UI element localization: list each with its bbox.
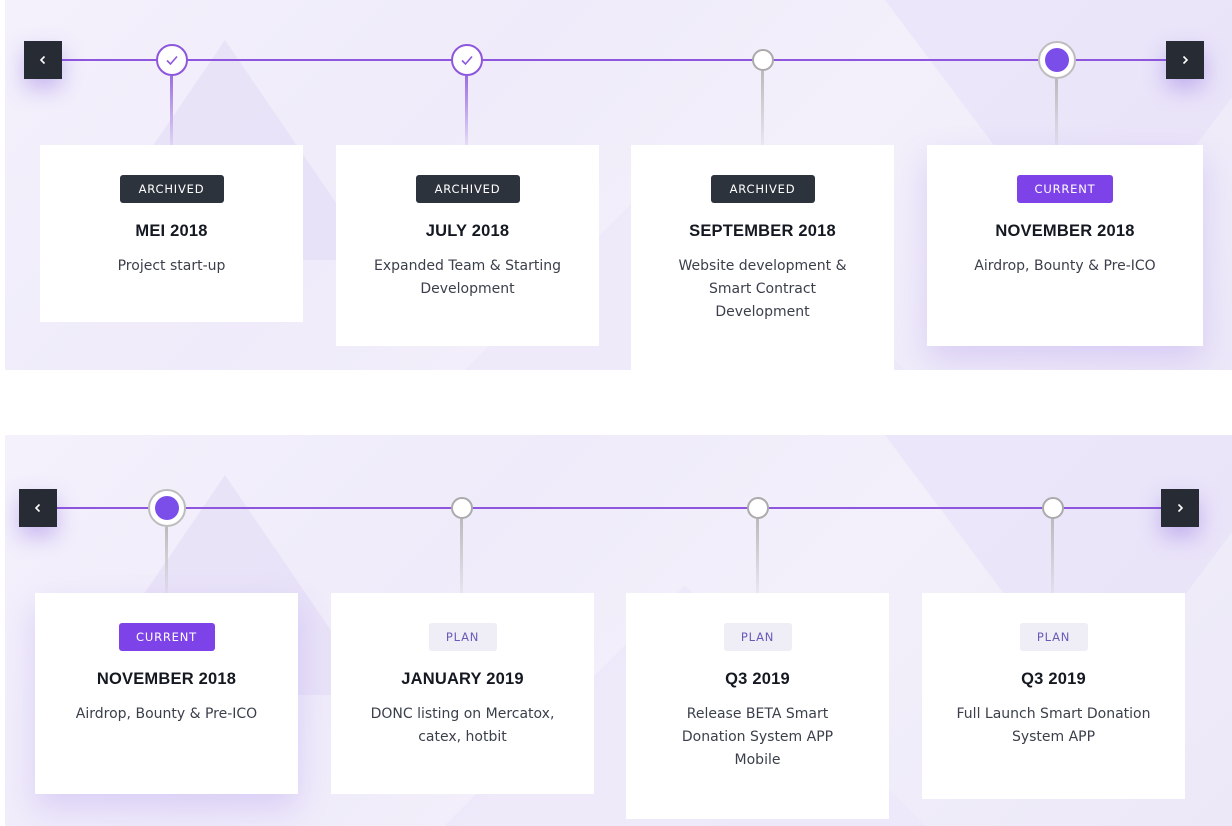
milestone-description: Website development & Smart Contract Dev…: [678, 258, 847, 320]
timeline-connector: [460, 519, 463, 593]
milestone-date: SEPTEMBER 2018: [689, 222, 836, 240]
prev-button[interactable]: [24, 41, 62, 79]
timeline-track: [57, 507, 1167, 509]
timeline-node-current[interactable]: [1038, 41, 1076, 79]
status-badge: CURRENT: [1017, 175, 1113, 203]
milestone-description: Project start-up: [117, 258, 226, 274]
timeline-connector: [165, 527, 168, 593]
milestone-date: NOVEMBER 2018: [96, 670, 237, 688]
status-badge: ARCHIVED: [119, 175, 224, 203]
timeline-node-completed[interactable]: [451, 44, 483, 76]
milestone-description: DONC listing on Mercatox, catex, hotbit: [370, 706, 555, 745]
checkmark-icon: [166, 55, 178, 66]
milestone-description: Airdrop, Bounty & Pre-ICO: [75, 706, 258, 722]
status-badge: ARCHIVED: [710, 175, 815, 203]
timeline-connector: [756, 519, 759, 593]
status-badge: PLAN: [1019, 623, 1088, 651]
milestone-card: ARCHIVED SEPTEMBER 2018 Website developm…: [631, 145, 894, 370]
milestone-card: ARCHIVED MEI 2018 Project start-up: [40, 145, 303, 322]
milestone-date: NOVEMBER 2018: [995, 222, 1135, 240]
milestone-description: Airdrop, Bounty & Pre-ICO: [974, 258, 1156, 274]
status-badge: PLAN: [723, 623, 792, 651]
status-badge: ARCHIVED: [415, 175, 520, 203]
milestone-description: Full Launch Smart Donation System APP: [956, 706, 1151, 745]
milestone-description: Release BETA Smart Donation System APP M…: [681, 706, 834, 768]
milestone-card: ARCHIVED JULY 2018 Expanded Team & Start…: [336, 145, 599, 346]
status-badge: PLAN: [428, 623, 497, 651]
chevron-right-icon: [1182, 55, 1189, 65]
prev-button[interactable]: [19, 489, 57, 527]
timeline-connector: [761, 71, 764, 146]
timeline-connector: [465, 76, 468, 146]
current-indicator: [155, 496, 179, 520]
chevron-right-icon: [1177, 503, 1184, 513]
timeline-node[interactable]: [747, 497, 769, 519]
timeline-node-completed[interactable]: [156, 44, 188, 76]
chevron-left-icon: [39, 55, 46, 65]
timeline-node-current[interactable]: [148, 489, 186, 527]
next-button[interactable]: [1166, 41, 1204, 79]
current-indicator: [1045, 48, 1069, 72]
milestone-card-current: CURRENT NOVEMBER 2018 Airdrop, Bounty & …: [927, 145, 1203, 346]
milestone-description: Expanded Team & Starting Development: [374, 258, 561, 297]
timeline-node[interactable]: [752, 49, 774, 71]
checkmark-icon: [461, 55, 473, 66]
chevron-left-icon: [34, 503, 41, 513]
timeline-node[interactable]: [1042, 497, 1064, 519]
milestone-date: JANUARY 2019: [401, 670, 524, 688]
milestone-card: PLAN JANUARY 2019 DONC listing on Mercat…: [331, 593, 594, 794]
milestone-card: PLAN Q3 2019 Release BETA Smart Donation…: [626, 593, 889, 819]
timeline-connector: [1055, 79, 1058, 146]
milestone-card: PLAN Q3 2019 Full Launch Smart Donation …: [922, 593, 1185, 799]
status-badge: CURRENT: [118, 623, 215, 651]
timeline-connector: [170, 76, 173, 146]
timeline-node[interactable]: [451, 497, 473, 519]
milestone-date: Q3 2019: [725, 670, 790, 688]
roadmap-carousel-top: ARCHIVED MEI 2018 Project start-up ARCHI…: [5, 0, 1232, 370]
next-button[interactable]: [1161, 489, 1199, 527]
milestone-date: MEI 2018: [135, 222, 208, 240]
milestone-date: Q3 2019: [1021, 670, 1086, 688]
milestone-card-current: CURRENT NOVEMBER 2018 Airdrop, Bounty & …: [35, 593, 298, 794]
milestone-date: JULY 2018: [425, 222, 510, 240]
timeline-track: [62, 59, 1172, 61]
roadmap-carousel-bottom: CURRENT NOVEMBER 2018 Airdrop, Bounty & …: [5, 435, 1232, 826]
timeline-connector: [1051, 519, 1054, 593]
